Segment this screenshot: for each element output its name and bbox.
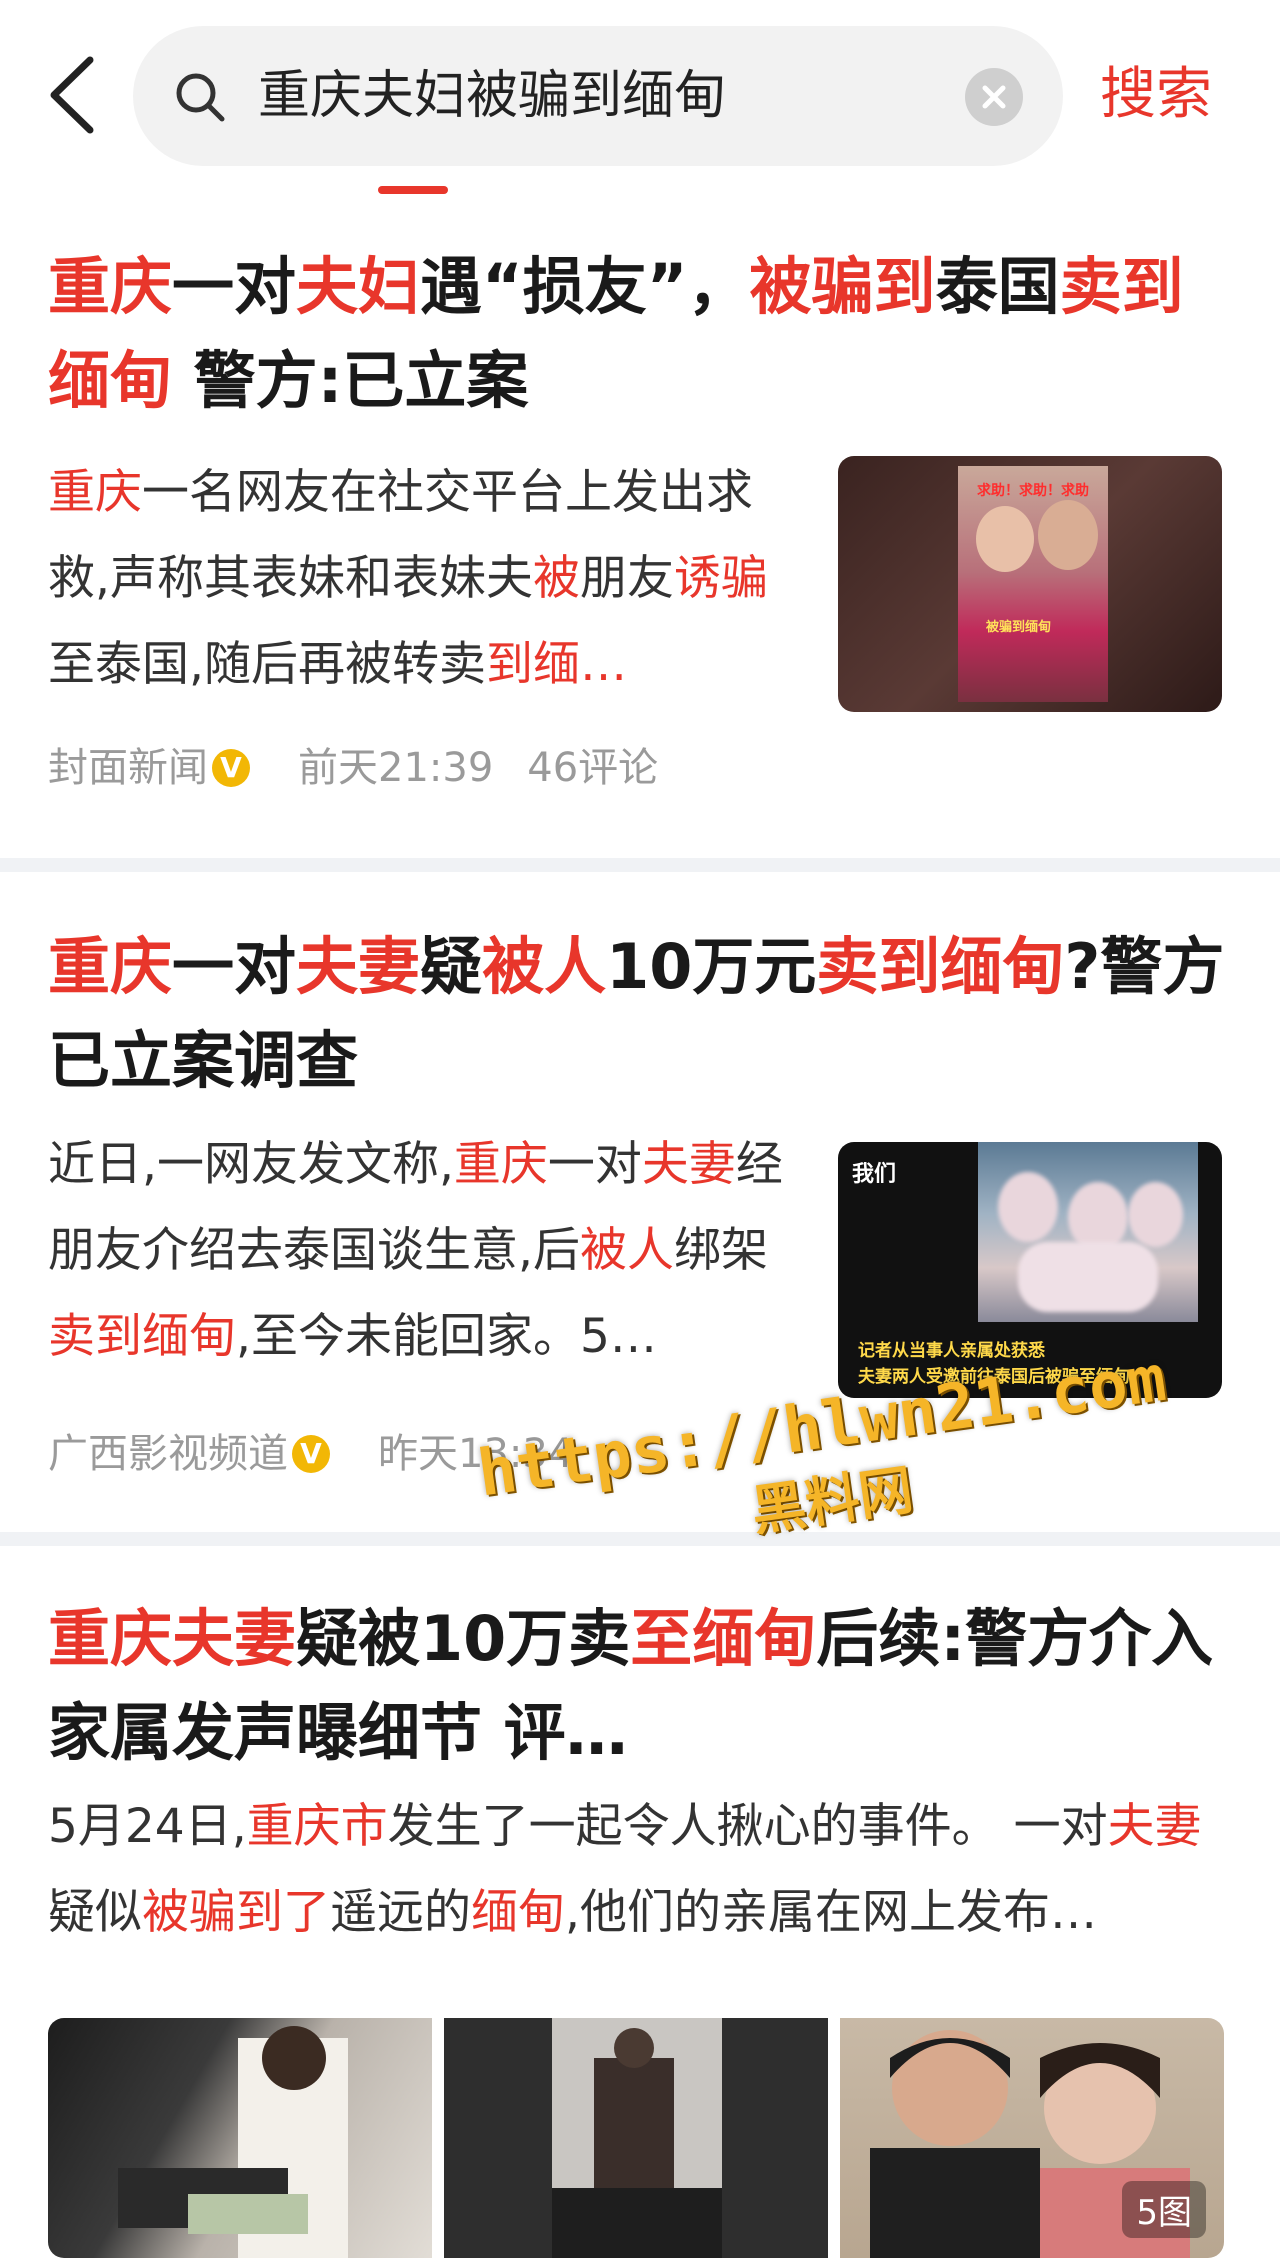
text-segment: 绑架 [673, 1223, 768, 1278]
news-summary: 5月24日,重庆市发生了一起令人揪心的事件。 一对夫妻疑似被骗到了遥远的缅甸,他… [48, 1784, 1228, 1956]
keyword-highlight: 重庆 [48, 250, 173, 323]
keyword-highlight: 夫妻 [296, 930, 421, 1003]
news-meta: 封面新闻 V 前天21:39 46评论 [48, 736, 658, 796]
news-summary: 近日,一网友发文称,重庆一对夫妻经朋友介绍去泰国谈生意,后被人绑架卖到缅甸,至今… [48, 1122, 788, 1380]
verified-badge-icon: V [292, 1435, 330, 1473]
text-segment: 近日,一网友发文称, [48, 1137, 454, 1192]
keyword-highlight: 重庆市 [246, 1799, 388, 1854]
keyword-highlight: 被人 [579, 1223, 674, 1278]
news-source: 广西影视频道 [48, 1431, 288, 1477]
text-segment: 一对 [172, 930, 297, 1003]
image-count-badge: 5图 [1122, 2181, 1206, 2238]
keyword-highlight: 重庆夫妻 [48, 1602, 297, 1675]
text-segment: 5月24日, [48, 1799, 247, 1854]
thumbnail-caption: 被骗到缅甸 [986, 620, 1052, 635]
keyword-highlight: 重庆 [453, 1137, 548, 1192]
thumbnail-tag: 我们 [852, 1162, 897, 1187]
thumbnail-caption: 求助！求助！求助 [977, 483, 1089, 499]
thumbnail-photo: 求助！求助！求助 被骗到缅甸 [958, 466, 1108, 702]
news-time: 前天21:39 [298, 745, 494, 791]
text-segment: 疑似 [48, 1885, 142, 1940]
text-segment: 警方:已立案 [172, 344, 529, 417]
news-title[interactable]: 重庆一对夫妻疑被人10万元卖到缅甸?警方已立案调查 [48, 920, 1228, 1108]
news-thumbnail[interactable]: 求助！求助！求助 被骗到缅甸 [838, 456, 1222, 712]
divider [0, 858, 1280, 872]
thumbnail-caption: 记者从当事人亲属处获悉 [858, 1341, 1045, 1361]
news-title[interactable]: 重庆一对夫妇遇“损友”，被骗到泰国卖到缅甸 警方:已立案 [48, 240, 1228, 428]
keyword-highlight: 夫妻 [641, 1137, 736, 1192]
text-segment: 疑 [420, 930, 483, 1003]
text-segment: ,他们的亲属在网上发布… [565, 1885, 1097, 1940]
keyword-highlight: 重庆 [48, 465, 142, 520]
news-thumbnail[interactable]: 我们 记者从当事人亲属处获悉 夫妻两人受邀前往泰国后被骗至缅甸 [838, 1142, 1222, 1398]
comment-count: 46评论 [527, 745, 659, 791]
keyword-highlight: 诱骗 [673, 551, 768, 606]
image-gallery[interactable]: 5图 [48, 2018, 1224, 2258]
text-segment: ,至今未能回家。5… [236, 1309, 657, 1364]
gallery-image[interactable]: 5图 [840, 2018, 1224, 2258]
keyword-highlight: 夫妻 [1107, 1799, 1202, 1854]
news-item[interactable]: 重庆一对夫妻疑被人10万元卖到缅甸?警方已立案调查 近日,一网友发文称,重庆一对… [0, 872, 1280, 1532]
divider [0, 1532, 1280, 1546]
keyword-highlight: 缅甸 [471, 1885, 565, 1940]
keyword-highlight: 到缅… [485, 637, 627, 692]
text-segment: 朋友 [579, 551, 674, 606]
text-segment: 发生了一起令人揪心的事件。 一对 [387, 1799, 1108, 1854]
gallery-image[interactable] [48, 2018, 432, 2258]
text-segment: 遇“损友”， [420, 250, 750, 323]
keyword-highlight: 被骗到了 [142, 1885, 330, 1940]
keyword-highlight: 至缅甸 [630, 1602, 817, 1675]
text-segment: 疑被10万卖 [296, 1602, 631, 1675]
news-meta: 广西影视频道 V 昨天13:34 [48, 1422, 573, 1482]
text-segment: 10万元 [606, 930, 817, 1003]
gallery-image[interactable] [444, 2018, 828, 2258]
news-source: 封面新闻 [48, 745, 208, 791]
news-item[interactable]: 重庆一对夫妇遇“损友”，被骗到泰国卖到缅甸 警方:已立案 重庆一名网友在社交平台… [0, 0, 1280, 860]
keyword-highlight: 卖到缅甸 [48, 1309, 236, 1364]
text-segment: 一对 [172, 250, 297, 323]
news-time: 昨天13:34 [378, 1431, 574, 1477]
news-title[interactable]: 重庆夫妻疑被10万卖至缅甸后续:警方介入 家属发声曝细节 评… [48, 1592, 1228, 1780]
text-segment: 泰国 [935, 250, 1060, 323]
keyword-highlight: 重庆 [48, 930, 173, 1003]
news-summary: 重庆一名网友在社交平台上发出求救,声称其表妹和表妹夫被朋友诱骗至泰国,随后再被转… [48, 450, 788, 708]
gallery-image-drawing [552, 2018, 722, 2258]
text-segment: 至泰国,随后再被转卖 [48, 637, 486, 692]
thumbnail-caption: 夫妻两人受邀前往泰国后被骗至缅甸 [858, 1367, 1130, 1387]
verified-badge-icon: V [212, 749, 250, 787]
keyword-highlight: 夫妇 [296, 250, 421, 323]
keyword-highlight: 卖到缅甸 [816, 930, 1065, 1003]
thumbnail-photo [978, 1142, 1198, 1322]
keyword-highlight: 被人 [482, 930, 607, 1003]
text-segment: 遥远的 [330, 1885, 471, 1940]
keyword-highlight: 被骗到 [749, 250, 936, 323]
keyword-highlight: 被 [532, 551, 580, 606]
text-segment: 一对 [547, 1137, 642, 1192]
gallery-image-drawing [118, 2026, 348, 2258]
